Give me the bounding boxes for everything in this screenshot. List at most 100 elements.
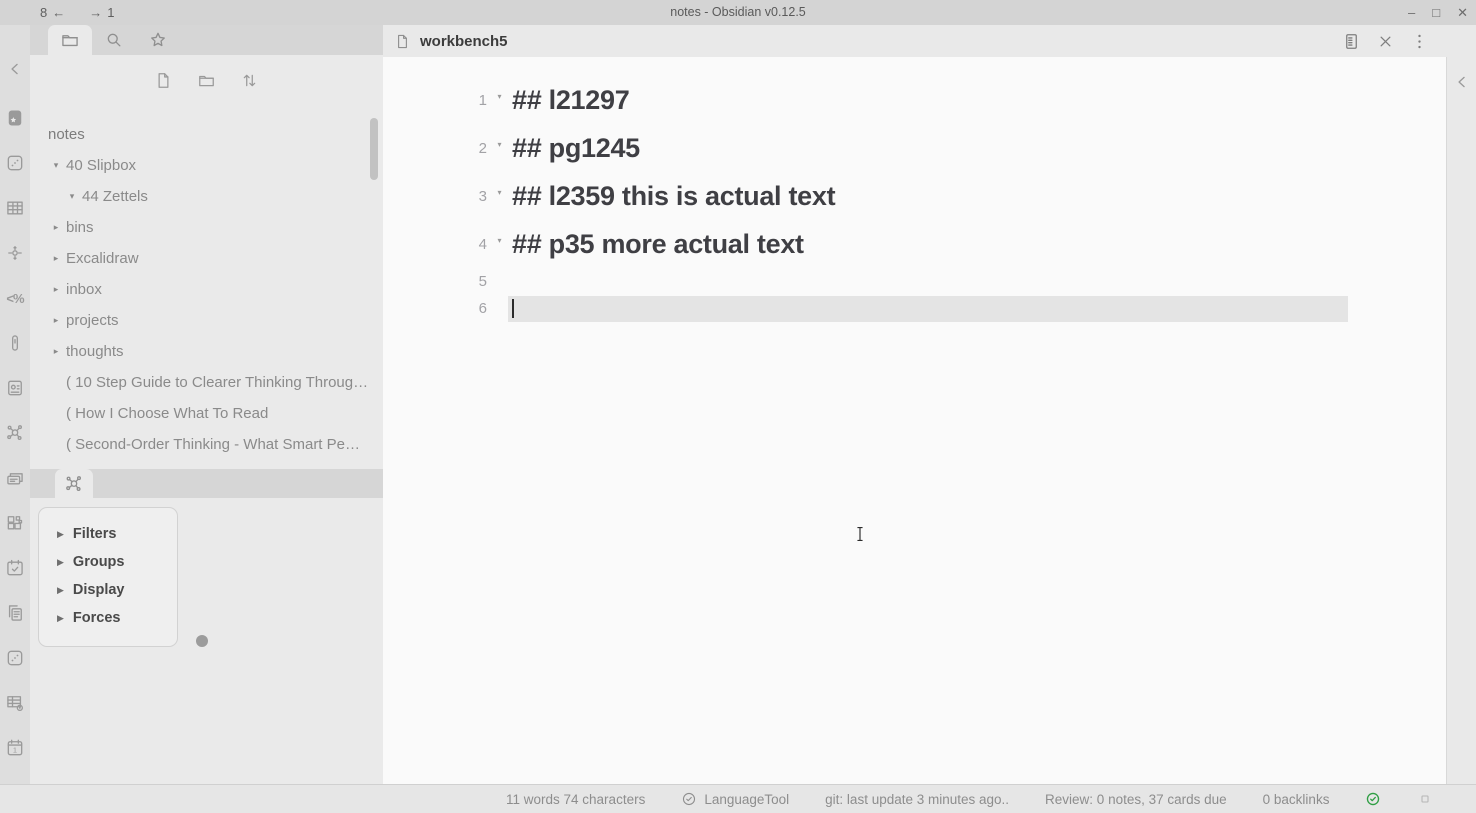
random-note-2-button[interactable]	[4, 648, 26, 668]
random-note-button[interactable]	[4, 153, 26, 173]
starred-button[interactable]	[4, 108, 26, 128]
editor-line[interactable]: 4▾## p35 more actual text	[383, 220, 1446, 268]
expand-arrow-icon: ▶	[57, 585, 64, 596]
window-controls: – □ ✕	[1408, 0, 1468, 25]
editor-line[interactable]: 2▾## pg1245	[383, 124, 1446, 172]
git-status[interactable]: git: last update 3 minutes ago..	[825, 792, 1009, 807]
tree-item-label: bins	[66, 219, 94, 236]
daily-note-button[interactable]: 1	[4, 738, 26, 758]
scrollbar-thumb[interactable]	[370, 118, 378, 180]
graph-controls-tab[interactable]	[55, 469, 93, 498]
review-calendar-button[interactable]	[4, 558, 26, 578]
tree-folder-item[interactable]: ▸Excalidraw	[30, 243, 383, 274]
tree-folder-item[interactable]: ▸thoughts	[30, 336, 383, 367]
expand-arrow-icon[interactable]: ▸	[46, 284, 66, 295]
tree-file-item[interactable]: ( 10 Step Guide to Clearer Thinking Thro…	[30, 367, 383, 398]
status-label: Review: 0 notes, 37 cards due	[1045, 792, 1227, 807]
collapse-arrow-icon[interactable]: ▾	[46, 160, 66, 171]
status-label: 11 words 74 characters	[506, 792, 645, 807]
card-settings-button[interactable]	[4, 378, 26, 398]
reading-mode-icon[interactable]	[1342, 32, 1361, 51]
editor-pane: workbench5 1▾## l212972▾## pg12453▾## l2…	[383, 25, 1476, 784]
line-text[interactable]: ## pg1245	[512, 133, 640, 164]
line-text[interactable]: ## p35 more actual text	[512, 229, 804, 260]
blocks-icon	[5, 513, 25, 533]
editor-line[interactable]: 5	[383, 268, 1446, 295]
word-count[interactable]: 11 words 74 characters	[506, 792, 645, 807]
fold-arrow-icon[interactable]: ▾	[487, 140, 512, 157]
tree-file-item[interactable]: ( The Complete Guide to Effective Readi…	[30, 460, 383, 469]
sort-icon	[240, 71, 259, 90]
starred-tab[interactable]	[136, 25, 180, 55]
expand-right-sidebar-icon[interactable]	[1452, 72, 1472, 92]
capsule-icon	[5, 333, 25, 353]
new-folder-button[interactable]	[197, 71, 216, 95]
graph-section-groups[interactable]: ▶Groups	[39, 548, 177, 576]
note-title: workbench5	[420, 33, 508, 50]
file-explorer-tab[interactable]	[48, 25, 92, 55]
sync-ok-indicator[interactable]	[1365, 791, 1381, 807]
statusbar: 11 words 74 characters LanguageTool git: l…	[0, 784, 1476, 813]
vault-name: notes	[30, 120, 383, 150]
expand-arrow-icon[interactable]: ▸	[46, 346, 66, 357]
graph-section-forces[interactable]: ▶Forces	[39, 604, 177, 632]
fold-arrow-icon[interactable]: ▾	[487, 236, 512, 253]
table-view-button[interactable]	[4, 198, 26, 218]
line-text[interactable]: ## l2359 this is actual text	[512, 181, 835, 212]
tree-folder-item[interactable]: ▸bins	[30, 212, 383, 243]
editor-line[interactable]: 1▾## l21297	[383, 76, 1446, 124]
copy-note-button[interactable]	[4, 603, 26, 623]
backlinks-count[interactable]: 0 backlinks	[1263, 792, 1330, 807]
fold-arrow-icon[interactable]: ▾	[487, 188, 512, 205]
expand-arrow-icon[interactable]: ▸	[46, 222, 66, 233]
save-indicator[interactable]	[1417, 791, 1433, 807]
collapse-arrow-icon[interactable]: ▾	[62, 191, 82, 202]
tree-folder-item[interactable]: ▾40 Slipbox	[30, 150, 383, 181]
editor-header: workbench5	[383, 25, 1476, 57]
explorer-toolbar	[30, 55, 383, 110]
move-arrows-button[interactable]	[4, 243, 26, 263]
maximize-button[interactable]: □	[1432, 5, 1440, 20]
more-options-icon[interactable]	[1410, 32, 1429, 51]
tree-folder-item[interactable]: ▸projects	[30, 305, 383, 336]
search-tab[interactable]	[92, 25, 136, 55]
close-window-button[interactable]: ✕	[1457, 5, 1468, 21]
collapse-sidebar-icon[interactable]	[5, 59, 25, 79]
new-note-button[interactable]	[154, 71, 173, 95]
graph-node[interactable]	[196, 635, 208, 647]
tree-item-label: ( How I Choose What To Read	[66, 405, 268, 422]
line-text[interactable]	[508, 296, 1348, 322]
review-status[interactable]: Review: 0 notes, 37 cards due	[1045, 792, 1227, 807]
minimize-button[interactable]: –	[1408, 5, 1415, 20]
tree-item-label: 44 Zettels	[82, 188, 148, 205]
tree-item-label: 40 Slipbox	[66, 157, 136, 174]
tree-file-item[interactable]: ( How I Choose What To Read	[30, 398, 383, 429]
flashcards-button[interactable]	[4, 468, 26, 488]
blocks-button[interactable]	[4, 513, 26, 533]
fold-arrow-icon[interactable]: ▾	[487, 92, 512, 109]
table-settings-button[interactable]	[4, 693, 26, 713]
sidebar-tab-strip	[30, 25, 383, 55]
expand-arrow-icon[interactable]: ▸	[46, 253, 66, 264]
pill-button[interactable]	[4, 333, 26, 353]
editor-line[interactable]: 6	[383, 295, 1446, 322]
line-text[interactable]: ## l21297	[512, 85, 629, 116]
expand-arrow-icon: ▶	[57, 529, 64, 540]
tree-folder-item[interactable]: ▸inbox	[30, 274, 383, 305]
dice-icon	[5, 648, 25, 668]
search-icon	[104, 30, 124, 50]
templater-button[interactable]: <%	[4, 288, 26, 308]
languagetool-status[interactable]: LanguageTool	[681, 791, 789, 807]
graph-section-display[interactable]: ▶Display	[39, 576, 177, 604]
sort-order-button[interactable]	[240, 71, 259, 95]
tree-file-item[interactable]: ( Second-Order Thinking - What Smart Pe…	[30, 429, 383, 460]
expand-arrow-icon[interactable]: ▸	[46, 315, 66, 326]
graph-view-button[interactable]	[4, 423, 26, 443]
left-sidebar: notes ▾40 Slipbox▾44 Zettels▸bins▸Excali…	[30, 25, 383, 784]
graph-tab-strip	[30, 469, 383, 498]
tree-folder-item[interactable]: ▾44 Zettels	[30, 181, 383, 212]
editor-content[interactable]: 1▾## l212972▾## pg12453▾## l2359 this is…	[383, 57, 1446, 784]
graph-section-filters[interactable]: ▶Filters	[39, 520, 177, 548]
close-note-icon[interactable]	[1376, 32, 1395, 51]
editor-line[interactable]: 3▾## l2359 this is actual text	[383, 172, 1446, 220]
